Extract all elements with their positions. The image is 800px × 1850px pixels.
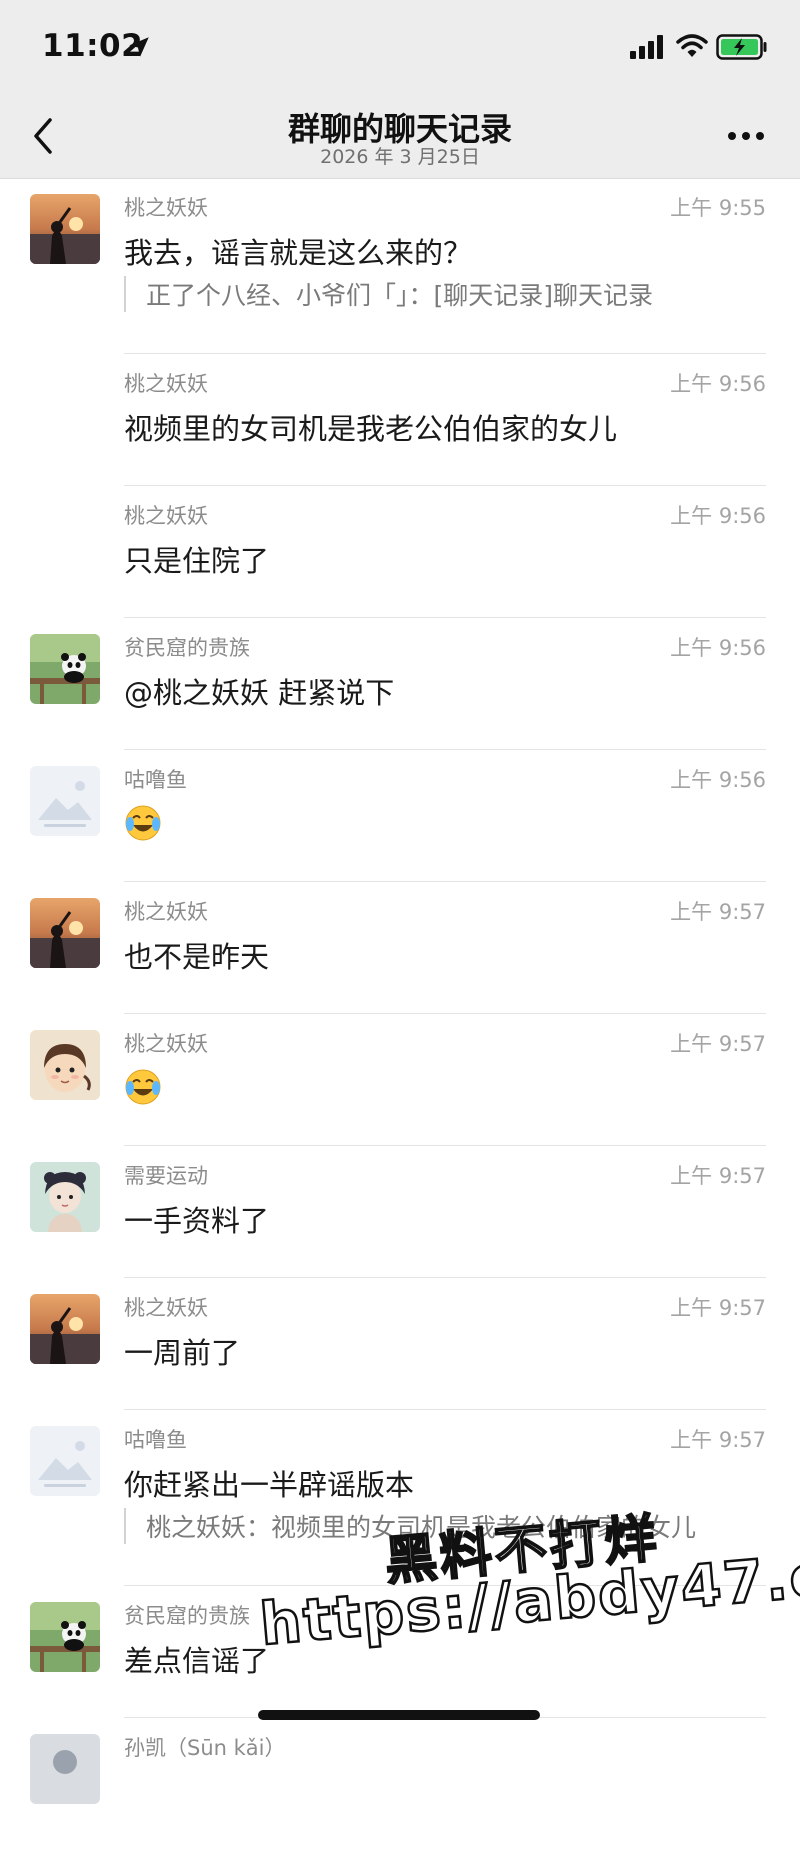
message-item[interactable]: 需要运动 上午 9:57 一手资料了 — [0, 1146, 800, 1278]
message-time: 上午 9:55 — [670, 196, 766, 220]
sender-name: 咕噜鱼 — [124, 768, 187, 792]
sunset-silhouette-avatar[interactable] — [30, 898, 100, 968]
message-text: @桃之妖妖 赶紧说下 — [124, 676, 395, 710]
placeholder-image-avatar[interactable] — [30, 1426, 100, 1496]
panda-avatar[interactable] — [30, 634, 100, 704]
message-item[interactable]: 孙凯（Sūn kǎi） — [0, 1718, 800, 1850]
sender-name: 贫民窟的贵族 — [124, 1604, 250, 1628]
sender-name: 桃之妖妖 — [124, 372, 208, 396]
sender-name: 桃之妖妖 — [124, 1296, 208, 1320]
crying-laughing-emoji-icon — [125, 805, 161, 841]
more-options-icon[interactable] — [726, 130, 766, 142]
message-item[interactable]: 桃之妖妖 上午 9:56 视频里的女司机是我老公伯伯家的女儿 — [0, 354, 800, 486]
message-item[interactable]: 桃之妖妖 上午 9:57 — [0, 1014, 800, 1146]
message-time: 上午 9:57 — [670, 900, 766, 924]
message-text: 一手资料了 — [124, 1204, 270, 1238]
message-item[interactable]: 桃之妖妖 上午 9:56 只是住院了 — [0, 486, 800, 618]
sender-name: 桃之妖妖 — [124, 504, 208, 528]
cartoon-girl-avatar[interactable] — [30, 1030, 100, 1100]
sender-name: 孙凯（Sūn kǎi） — [124, 1736, 286, 1760]
sunset-silhouette-avatar[interactable] — [30, 1294, 100, 1364]
wifi-icon — [676, 34, 708, 57]
message-text: 也不是昨天 — [124, 940, 270, 974]
message-item[interactable]: 咕噜鱼 上午 9:56 — [0, 750, 800, 882]
message-time: 上午 9:56 — [670, 372, 766, 396]
message-text: 我去，谣言就是这么来的？ — [124, 236, 473, 270]
placeholder-image-avatar[interactable] — [30, 766, 100, 836]
message-item[interactable]: 桃之妖妖 上午 9:57 也不是昨天 — [0, 882, 800, 1014]
message-time: 上午 9:57 — [670, 1428, 766, 1452]
sender-name: 贫民窟的贵族 — [124, 636, 250, 660]
message-item[interactable]: 桃之妖妖 上午 9:55 我去，谣言就是这么来的？ 正了个八经、小爷们「」：[聊… — [0, 178, 800, 354]
cellular-signal-icon — [630, 35, 663, 59]
sender-name: 咕噜鱼 — [124, 1428, 187, 1452]
message-time: 上午 9:57 — [670, 1032, 766, 1056]
message-item[interactable]: 贫民窟的贵族 上午 9:56 @桃之妖妖 赶紧说下 — [0, 618, 800, 750]
message-item[interactable]: 桃之妖妖 上午 9:57 一周前了 — [0, 1278, 800, 1410]
navigation-header: 11:02 群聊的聊天记录 2026 年 3 月25日 — [0, 0, 800, 179]
battery-charging-icon — [716, 34, 767, 60]
partial-avatar[interactable] — [30, 1734, 100, 1804]
message-time: 上午 9:57 — [670, 1164, 766, 1188]
message-time: 上午 9:56 — [670, 504, 766, 528]
message-time: 上午 9:57 — [670, 1296, 766, 1320]
page-subtitle-date: 2026 年 3 月25日 — [320, 146, 480, 168]
message-text: 一周前了 — [124, 1336, 241, 1370]
sender-name: 桃之妖妖 — [124, 900, 208, 924]
sunset-silhouette-avatar[interactable] — [30, 194, 100, 264]
message-text: 视频里的女司机是我老公伯伯家的女儿 — [124, 412, 618, 446]
message-text: 只是住院了 — [124, 544, 270, 578]
home-indicator[interactable] — [258, 1710, 540, 1720]
message-time: 上午 9:56 — [670, 636, 766, 660]
panda-avatar[interactable] — [30, 1602, 100, 1672]
cartoon-doll-avatar[interactable] — [30, 1162, 100, 1232]
location-arrow-icon — [129, 37, 149, 57]
quoted-reply[interactable]: 正了个八经、小爷们「」：[聊天记录]聊天记录 — [124, 276, 760, 312]
sender-name: 桃之妖妖 — [124, 1032, 208, 1056]
crying-laughing-emoji-icon — [125, 1069, 161, 1105]
sender-name: 需要运动 — [124, 1164, 208, 1188]
sender-name: 桃之妖妖 — [124, 196, 208, 220]
message-time: 上午 9:56 — [670, 768, 766, 792]
